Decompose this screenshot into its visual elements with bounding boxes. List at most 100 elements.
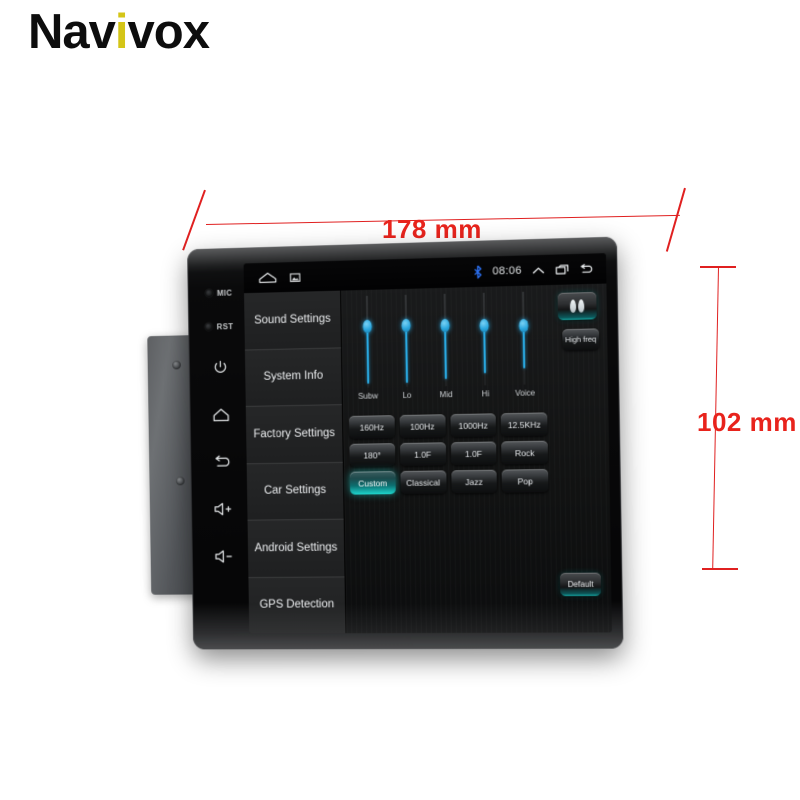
home-button[interactable] [195,390,246,438]
settings-sidebar: Sound Settings System Info Factory Setti… [244,291,345,634]
sidebar-item-factory-settings[interactable]: Factory Settings [246,405,343,464]
status-bar-clock: 08:06 [492,265,522,278]
volume-up-icon [212,501,233,517]
screenshot-canvas: Navivox 178 mm 102 mm MIC RST 08:06 Soun… [0,0,800,800]
sidebar-item-gps-detection[interactable]: GPS Detection [248,577,345,634]
slider-label: Hi [482,389,490,398]
slider-fill [483,325,486,373]
mic-label: MIC [217,288,233,297]
freq-button-12-5khz[interactable]: 12.5KHz [501,412,548,436]
param-button-q1[interactable]: 1.0F [400,442,446,466]
chevron-up-icon [532,264,545,275]
slider-thumb[interactable] [519,319,528,332]
back-arrow-icon [580,263,594,275]
mic-hole-icon [205,289,213,297]
screenshot-icon [290,271,301,282]
sidebar-item-system-info[interactable]: System Info [245,348,342,407]
reset-hole-row: RST [205,309,234,343]
home-icon [211,406,230,423]
status-bar-right-group: 08:06 [473,261,606,279]
slider-track [483,293,485,386]
balance-icon [570,300,576,313]
slider-label: Lo [402,391,411,400]
height-dimension-label: 102 mm [697,407,797,438]
slider-hi[interactable]: Hi [464,292,505,410]
volume-up-button[interactable] [197,485,248,533]
freq-button-160hz[interactable]: 160Hz [349,415,395,439]
slider-thumb[interactable] [440,319,449,332]
height-dimension-bottom-tick [702,568,738,570]
reset-hole-icon [205,323,213,331]
balance-icon [578,299,584,312]
android-status-bar: 08:06 [244,253,607,293]
slider-thumb[interactable] [480,319,489,332]
grid-row: 180° 1.0F 1.0F Rock [349,441,548,467]
grid-row: 160Hz 100Hz 1000Hz 12.5KHz [349,412,548,438]
preset-button-jazz[interactable]: Jazz [451,470,497,494]
volume-down-icon [213,549,234,565]
slider-fill [405,325,408,383]
balance-fader-button[interactable] [558,292,597,320]
default-button[interactable]: Default [560,573,601,597]
freq-button-1000hz[interactable]: 1000Hz [450,413,496,437]
volume-down-button[interactable] [197,533,248,581]
status-back-button[interactable] [580,263,594,275]
power-icon [212,358,229,375]
brand-logo: Navivox [28,8,209,57]
sidebar-item-car-settings[interactable]: Car Settings [247,462,344,520]
preset-button-custom[interactable]: Custom [350,471,396,495]
brand-accent-letter: i [115,5,128,59]
sidebar-item-sound-settings[interactable]: Sound Settings [244,291,341,350]
device-front-face: MIC RST 08:06 Sound Settings System Info… [187,237,623,650]
touchscreen-display[interactable]: 08:06 Sound Settings System Info Factory… [244,253,612,633]
sidebar-item-android-settings[interactable]: Android Settings [248,520,345,578]
slider-subw[interactable]: Subw [347,295,388,412]
power-button[interactable] [194,343,245,391]
bracket-screw [172,361,181,370]
slider-label: Mid [440,390,453,399]
slider-label: Subw [358,391,378,400]
brand-prefix: Nav [28,5,115,59]
back-arrow-icon [212,453,231,470]
slider-lo[interactable]: Lo [386,294,427,411]
preset-button-pop[interactable]: Pop [502,469,549,493]
hardware-button-column: MIC RST [193,262,249,636]
equalizer-panel: Subw Lo Mid Hi Voice High freq 160Hz 100… [340,284,612,634]
recents-icon [555,264,569,276]
freq-button-100hz[interactable]: 100Hz [399,414,445,438]
back-button[interactable] [196,438,247,486]
recents-button[interactable] [555,264,569,276]
reset-label: RST [217,322,234,331]
preset-button-rock[interactable]: Rock [501,441,548,465]
width-dimension-right-leader [666,188,686,252]
brand-suffix: vox [128,5,209,59]
height-dimension-top-tick [700,266,736,268]
width-dimension-left-leader [182,190,205,251]
high-freq-button[interactable]: High freq [562,328,599,350]
bluetooth-indicator [473,265,482,279]
status-bar-left-group [244,270,301,285]
bracket-screw [176,477,185,486]
expand-status-button[interactable] [532,264,545,275]
param-button-q2[interactable]: 1.0F [450,441,496,465]
param-button-180deg[interactable]: 180° [349,443,395,467]
mic-hole-row: MIC [205,276,233,310]
bluetooth-icon [473,265,482,279]
status-home-button[interactable] [257,270,278,284]
slider-track [523,292,525,385]
slider-voice[interactable]: Voice [504,291,546,409]
slider-fill [523,325,526,368]
slider-fill [366,326,369,384]
slider-track [444,294,446,386]
slider-track [405,295,407,387]
slider-fill [444,325,447,379]
slider-thumb[interactable] [362,320,371,333]
slider-label: Voice [515,388,535,397]
slider-mid[interactable]: Mid [425,293,466,410]
sound-settings-screen: Sound Settings System Info Factory Setti… [244,284,612,634]
slider-thumb[interactable] [401,319,410,332]
grid-row: Custom Classical Jazz Pop [350,469,549,495]
preset-button-classical[interactable]: Classical [400,470,446,494]
screenshot-button[interactable] [290,271,301,282]
equalizer-button-grid: 160Hz 100Hz 1000Hz 12.5KHz 180° 1.0F 1.0… [349,412,549,499]
